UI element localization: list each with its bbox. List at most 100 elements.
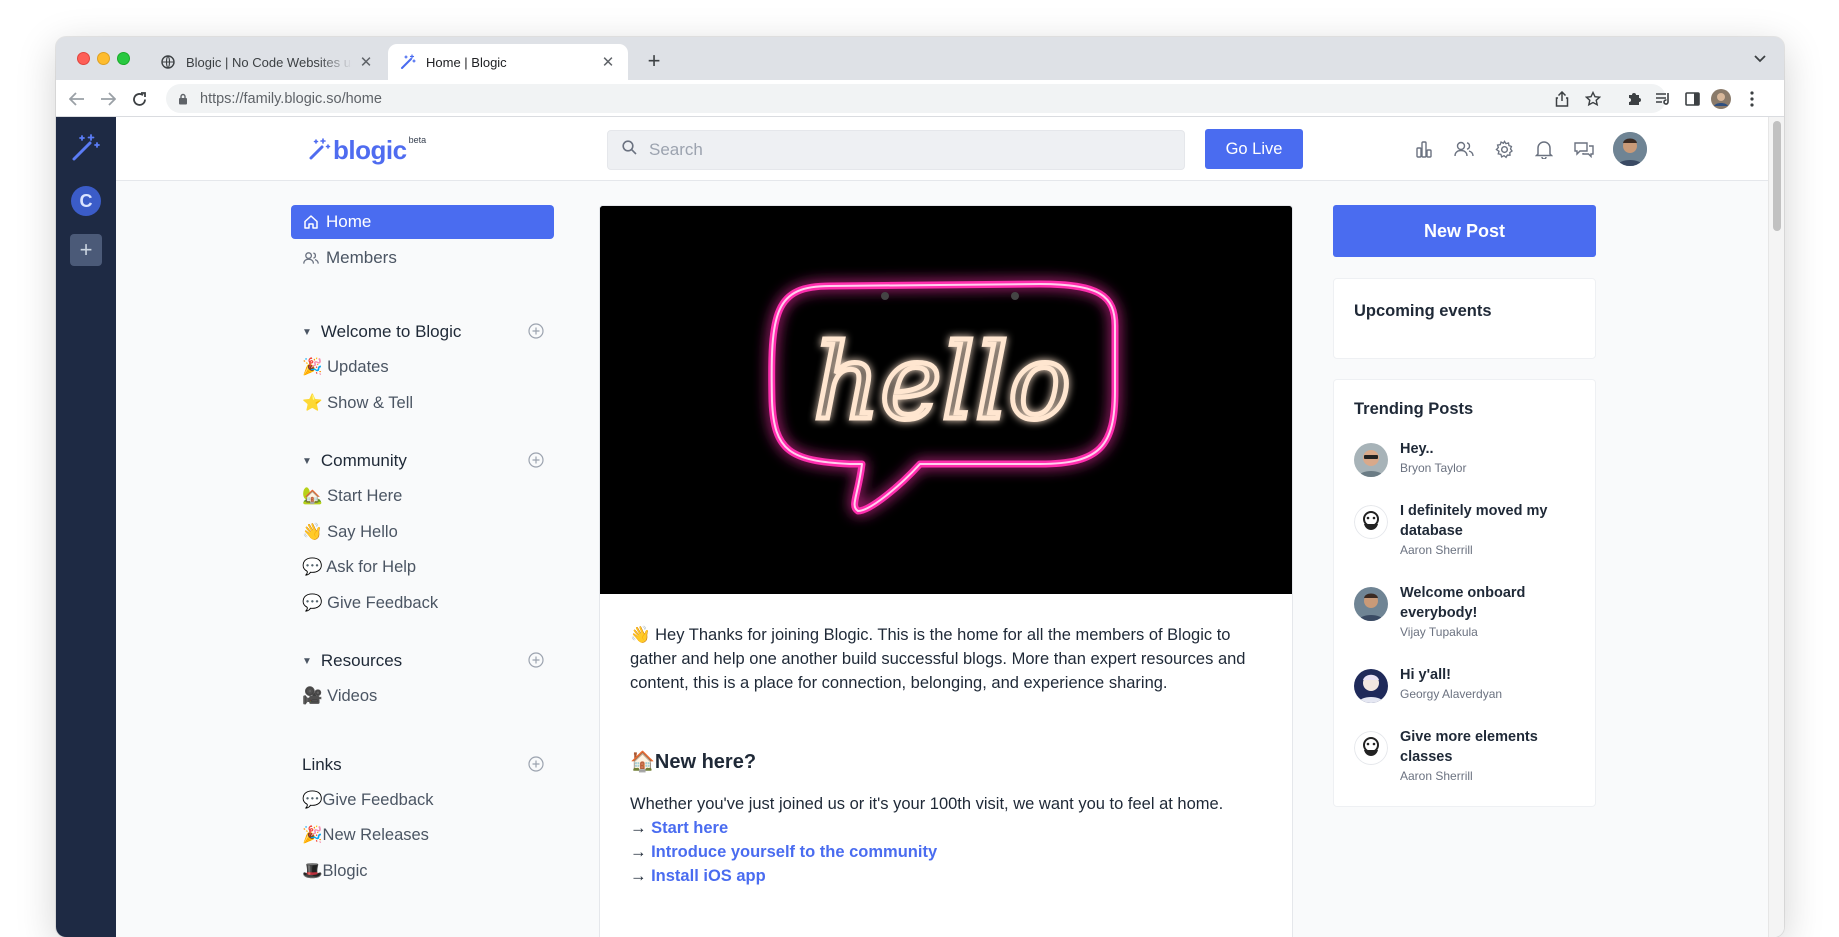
extensions-puzzle-icon[interactable] [1623,88,1645,110]
trending-post-title: I definitely moved my database [1400,503,1548,539]
magic-wand-icon[interactable] [70,131,102,163]
close-tab-icon[interactable]: ✕ [600,54,616,71]
sidebar-item-start-here[interactable]: 🏡 Start Here [302,487,402,506]
url-path: /home [341,90,382,107]
bell-icon[interactable] [1533,138,1555,160]
browser-tab-home[interactable]: Home | Blogic ✕ [388,44,628,80]
add-workspace-button[interactable]: + [70,234,102,266]
sidebar-item-updates[interactable]: 🎉 Updates [302,358,389,377]
trending-post-title: Welcome onboard everybody! [1400,585,1526,621]
add-circle-icon[interactable] [528,323,544,344]
side-panel-icon[interactable] [1681,88,1703,110]
search-icon [622,140,637,160]
logo-beta-badge: beta [408,135,427,145]
search-input[interactable] [649,140,1149,160]
new-here-heading: 🏠New here? [630,751,757,773]
sidebar-item-members[interactable]: Members [291,241,554,275]
arrow-glyph: → [630,819,647,837]
new-here-description: Whether you've just joined us or it's yo… [630,795,1224,813]
back-arrow-icon[interactable] [66,88,88,110]
trending-post-author: Aaron Sherrill [1400,769,1473,783]
browser-tab-blogic-nocode[interactable]: Blogic | No Code Websites using Notion ✕ [148,44,386,80]
introduce-yourself-link[interactable]: Introduce yourself to the community [651,843,937,861]
trending-post[interactable]: Welcome onboard everybody! Vijay Tupakul… [1354,583,1584,639]
sidebar-item-give-feedback[interactable]: 💬 Give Feedback [302,594,438,613]
sidebar-item-videos[interactable]: 🎥 Videos [302,687,377,706]
lock-icon [178,93,188,105]
collapse-triangle-icon[interactable]: ▼ [302,456,312,467]
card-title: Trending Posts [1354,400,1474,418]
url-host: https://family.blogic.so [200,90,342,107]
card-title: Upcoming events [1354,302,1492,320]
search-box[interactable] [607,130,1185,170]
author-avatar [1354,731,1388,765]
blogic-logo[interactable]: blogic beta [309,135,427,166]
section-header-links[interactable]: Links [302,755,544,775]
section-header-community[interactable]: ▼ Community [302,451,544,471]
browser-menu-icon[interactable] [1741,88,1763,110]
settings-icon[interactable] [1493,138,1515,160]
collapse-triangle-icon[interactable]: ▼ [302,656,312,667]
minimize-window-button[interactable] [97,52,110,65]
trending-post[interactable]: Give more elements classes Aaron Sherril… [1354,727,1584,783]
author-avatar [1354,443,1388,477]
scrollbar-thumb[interactable] [1773,121,1781,231]
trending-post[interactable]: Hi y'all! Georgy Alaverdyan [1354,665,1584,703]
add-circle-icon[interactable] [528,452,544,473]
tab-search-chevron-icon[interactable] [1750,49,1770,69]
section-header-welcome[interactable]: ▼ Welcome to Blogic [302,322,544,342]
tab-title: Home | Blogic [426,54,507,70]
close-window-button[interactable] [77,52,90,65]
globe-icon [160,54,176,70]
chat-icon[interactable] [1573,138,1595,160]
media-queue-icon[interactable] [1652,88,1674,110]
section-header-resources[interactable]: ▼ Resources [302,651,544,671]
members-icon [303,250,319,266]
forward-arrow-icon[interactable] [97,88,119,110]
author-avatar [1354,505,1388,539]
analytics-icon[interactable] [1413,138,1435,160]
logo-text: blogic [333,135,407,165]
maximize-window-button[interactable] [117,52,130,65]
collapse-triangle-icon[interactable]: ▼ [302,327,312,338]
profile-avatar-icon[interactable] [1710,88,1732,110]
add-circle-icon[interactable] [528,756,544,777]
section-title: Community [320,451,407,470]
address-bar[interactable]: https://family.blogic.so/home [166,84,1666,113]
sidebar-link-new-releases[interactable]: 🎉New Releases [302,826,429,845]
share-icon[interactable] [1551,88,1573,110]
sidebar-item-home[interactable]: Home [291,205,554,239]
new-post-button[interactable]: New Post [1333,205,1596,257]
neon-hello-text: hello [813,321,1071,443]
go-live-button[interactable]: Go Live [1205,129,1303,169]
page-viewport: C + blogic beta Go Live [56,117,1784,937]
sidebar-link-blogic[interactable]: 🎩Blogic [302,862,367,881]
trending-post[interactable]: I definitely moved my database Aaron She… [1354,501,1584,557]
user-avatar[interactable] [1613,132,1647,166]
logo-wand-icon [309,137,331,166]
sidebar-link-give-feedback[interactable]: 💬Give Feedback [302,791,434,810]
start-here-link[interactable]: Start here [651,819,728,837]
trending-post-author: Georgy Alaverdyan [1400,687,1503,701]
sidebar-item-say-hello[interactable]: 👋 Say Hello [302,523,398,542]
reload-icon[interactable] [128,88,150,110]
install-ios-app-link[interactable]: Install iOS app [651,867,766,885]
workspace-avatar[interactable]: C [71,186,101,216]
trending-post[interactable]: Hey.. Bryon Taylor [1354,439,1584,477]
trending-post-author: Vijay Tupakula [1400,625,1478,639]
trending-post-title: Give more elements classes [1400,729,1538,765]
add-circle-icon[interactable] [528,652,544,673]
page-scrollbar[interactable] [1768,117,1784,937]
new-tab-button[interactable]: + [640,47,668,75]
bookmark-star-icon[interactable] [1582,88,1604,110]
new-here-links: Whether you've just joined us or it's yo… [630,792,1223,888]
section-title: Welcome to Blogic [320,322,462,341]
members-icon[interactable] [1453,138,1475,160]
trending-post-author: Aaron Sherrill [1400,543,1473,557]
sidebar-item-label: Members [326,248,397,267]
sidebar-item-show-tell[interactable]: ⭐ Show & Tell [302,394,413,413]
browser-window: Blogic | No Code Websites using Notion ✕… [56,37,1784,937]
close-tab-icon[interactable]: ✕ [358,54,374,71]
sidebar-item-ask-for-help[interactable]: 💬 Ask for Help [302,558,416,577]
sidebar-item-label: Home [326,212,372,231]
